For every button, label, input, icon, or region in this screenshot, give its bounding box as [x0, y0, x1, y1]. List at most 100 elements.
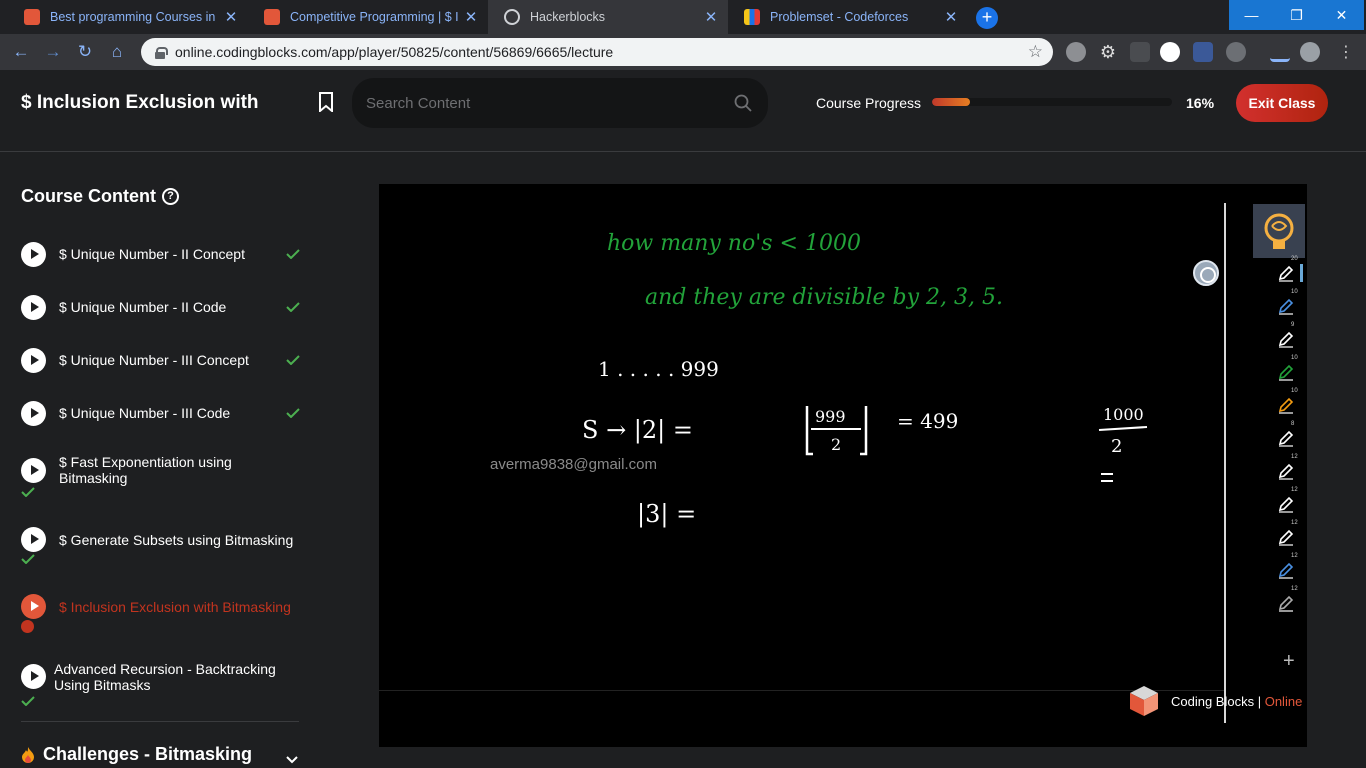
- tab-title: Best programming Courses in De: [50, 10, 218, 24]
- exit-class-button[interactable]: Exit Class: [1236, 84, 1328, 122]
- close-window-button[interactable]: ✕: [1319, 0, 1364, 30]
- lesson-item[interactable]: $ Unique Number - II Code: [21, 295, 301, 320]
- extension-icon[interactable]: [1066, 42, 1086, 62]
- check-icon: [286, 355, 300, 365]
- address-bar[interactable]: online.codingblocks.com/app/player/50825…: [141, 38, 1053, 66]
- tab-title: Problemset - Codeforces: [770, 10, 909, 24]
- tab-title: Hackerblocks: [530, 10, 606, 24]
- watermark: averma9838@gmail.com: [490, 456, 657, 473]
- pen-size-label: 10: [1291, 355, 1298, 361]
- search-icon[interactable]: [734, 94, 752, 112]
- pen-size-label: 12: [1291, 553, 1298, 559]
- settings-button[interactable]: [1193, 260, 1219, 286]
- lesson-label: $ Generate Subsets using Bitmasking: [59, 532, 294, 548]
- play-icon: [21, 458, 46, 483]
- forward-arrow-icon[interactable]: →: [44, 43, 62, 61]
- pen-tool-icon[interactable]: 12: [1277, 553, 1298, 579]
- lesson-label: $ Fast Exponentiation using Bitmasking: [59, 454, 232, 486]
- lesson-label: $ Unique Number - II Code: [59, 299, 227, 315]
- url-text: online.codingblocks.com/app/player/50825…: [175, 44, 614, 60]
- close-tab-icon[interactable]: ✕: [224, 8, 238, 26]
- close-tab-icon[interactable]: ✕: [704, 8, 718, 26]
- lesson-item[interactable]: $ Unique Number - III Code: [21, 401, 301, 426]
- restore-button[interactable]: ❐: [1274, 0, 1319, 30]
- tab-favicon-icon: [504, 9, 520, 25]
- fraction-left-den: 2: [831, 435, 841, 454]
- pen-size-label: 9: [1291, 322, 1295, 328]
- pen-tool-icon[interactable]: 12: [1277, 454, 1298, 480]
- browser-tab-3[interactable]: Hackerblocks ✕: [488, 0, 728, 34]
- play-icon: [21, 401, 46, 426]
- pen-size-label: 12: [1291, 454, 1298, 460]
- pen-tool-icon[interactable]: 12: [1277, 586, 1298, 612]
- section-header[interactable]: Challenges - Bitmasking: [21, 744, 252, 765]
- pen-tool-icon[interactable]: 9: [1277, 322, 1295, 348]
- lesson-label: $ Inclusion Exclusion with Bitmasking: [59, 599, 291, 615]
- board-line-1: how many no's < 1000: [607, 231, 861, 256]
- browser-tab-2[interactable]: Competitive Programming | $ Inc ✕: [248, 0, 488, 34]
- browser-tab-4[interactable]: Problemset - Codeforces ✕: [728, 0, 968, 34]
- video-player[interactable]: how many no's < 1000 and they are divisi…: [379, 184, 1307, 747]
- logo-cube-icon: [1130, 686, 1158, 716]
- pen-tool-icon[interactable]: 10: [1277, 289, 1298, 315]
- chevron-down-icon[interactable]: [286, 756, 298, 764]
- lesson-item[interactable]: $ Unique Number - III Concept: [21, 348, 301, 373]
- pen-tool-icon[interactable]: 12: [1277, 520, 1298, 546]
- home-icon[interactable]: ⌂: [108, 43, 126, 61]
- close-tab-icon[interactable]: ✕: [944, 8, 958, 26]
- lesson-item-active[interactable]: $ Inclusion Exclusion with Bitmasking: [21, 594, 301, 634]
- browser-tab-bar: Best programming Courses in De ✕ Competi…: [0, 0, 1366, 34]
- sidebar-title: Course Content: [21, 186, 156, 206]
- new-tab-button[interactable]: +: [976, 7, 998, 29]
- play-icon: [21, 594, 46, 619]
- progress-label: Course Progress: [816, 95, 922, 111]
- course-sidebar: Course Content ? $ Unique Number - II Co…: [0, 152, 320, 768]
- pen-tool-icon[interactable]: 20: [1277, 256, 1303, 282]
- extension-icon[interactable]: [1160, 42, 1180, 62]
- check-icon: [21, 696, 35, 706]
- lesson-label: $ Unique Number - III Concept: [59, 352, 249, 368]
- pen-tool-icon[interactable]: 8: [1277, 421, 1295, 447]
- close-tab-icon[interactable]: ✕: [464, 8, 478, 26]
- board-line-4: S → |2| =: [582, 416, 693, 445]
- lesson-item[interactable]: $ Unique Number - II Concept: [21, 242, 301, 267]
- add-icon[interactable]: +: [1283, 650, 1295, 673]
- bookmark-star-icon[interactable]: ☆: [1028, 42, 1043, 62]
- lesson-item[interactable]: Advanced Recursion - Backtracking Using …: [21, 660, 301, 706]
- section-title: Challenges - Bitmasking: [43, 744, 253, 764]
- lesson-item[interactable]: $ Fast Exponentiation using Bitmasking: [21, 454, 301, 500]
- settings-gear-icon[interactable]: ⚙: [1098, 42, 1118, 62]
- help-icon[interactable]: ?: [162, 188, 179, 205]
- lesson-item[interactable]: $ Generate Subsets using Bitmasking: [21, 527, 301, 567]
- pen-tool-icon[interactable]: 10: [1277, 355, 1298, 381]
- reload-icon[interactable]: ↻: [76, 43, 94, 61]
- board-line-5: = 499: [897, 409, 958, 433]
- pen-tool-icon[interactable]: 12: [1277, 487, 1298, 513]
- extension-icon[interactable]: [1226, 42, 1246, 62]
- browser-toolbar: ← → ↻ ⌂ online.codingblocks.com/app/play…: [0, 34, 1366, 70]
- progress-bar: [932, 98, 1172, 106]
- minimize-button[interactable]: —: [1229, 0, 1274, 30]
- pen-size-label: 12: [1291, 520, 1298, 526]
- play-icon: [21, 295, 46, 320]
- lock-icon: [155, 46, 168, 59]
- lesson-label: $ Unique Number - III Code: [59, 405, 231, 421]
- extension-icon[interactable]: [1130, 42, 1150, 62]
- search-input[interactable]: [366, 90, 726, 116]
- play-icon: [21, 242, 46, 267]
- check-icon: [286, 302, 300, 312]
- divider: [21, 721, 299, 722]
- pen-toolbar: 20 10 9 10 10 8 12 12 12 12 12: [1271, 256, 1307, 624]
- tab-title: Competitive Programming | $ Inc: [290, 10, 458, 24]
- menu-icon[interactable]: ⋮: [1336, 42, 1356, 62]
- browser-tab-1[interactable]: Best programming Courses in De ✕: [8, 0, 248, 34]
- pen-size-label: 10: [1291, 289, 1298, 295]
- pen-tool-icon[interactable]: 10: [1277, 388, 1298, 414]
- progress-fill: [932, 98, 971, 106]
- avatar[interactable]: [1300, 42, 1320, 62]
- facebook-icon[interactable]: [1193, 42, 1213, 62]
- check-icon: [21, 487, 35, 497]
- playlist-icon[interactable]: [1270, 42, 1290, 62]
- back-arrow-icon[interactable]: ←: [12, 43, 30, 61]
- bookmark-icon[interactable]: [318, 92, 334, 112]
